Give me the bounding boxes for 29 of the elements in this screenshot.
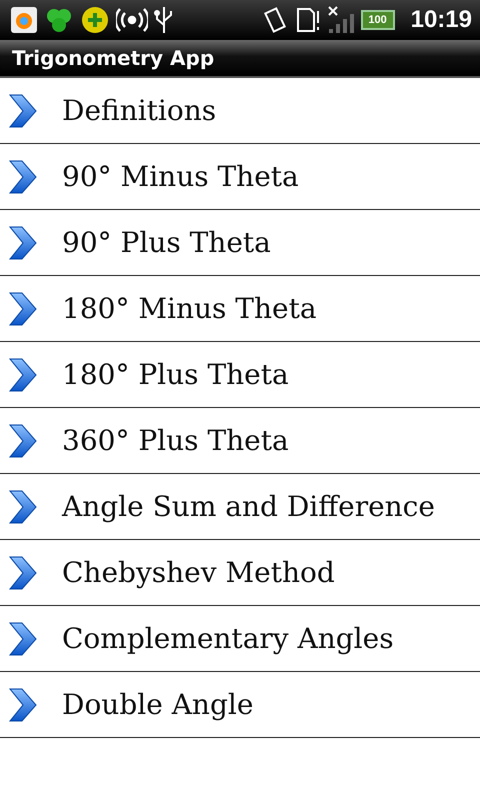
chevron-icon bbox=[8, 356, 38, 392]
sim-card-icon bbox=[294, 6, 321, 34]
plus-icon bbox=[80, 5, 110, 35]
chevron-icon bbox=[8, 686, 38, 722]
menu-item[interactable]: 90° Minus Theta bbox=[0, 144, 480, 210]
menu-item[interactable]: 180° Minus Theta bbox=[0, 276, 480, 342]
menu-item[interactable]: Double Angle bbox=[0, 672, 480, 738]
chevron-icon bbox=[8, 158, 38, 194]
hotspot-icon bbox=[116, 7, 148, 33]
app-title: Trigonometry App bbox=[12, 46, 214, 70]
clock: 10:19 bbox=[410, 6, 472, 34]
chevron-icon bbox=[8, 488, 38, 524]
menu-item[interactable]: 360° Plus Theta bbox=[0, 408, 480, 474]
menu-item[interactable]: Angle Sum and Difference bbox=[0, 474, 480, 540]
chevron-icon bbox=[8, 224, 38, 260]
menu-item[interactable]: 180° Plus Theta bbox=[0, 342, 480, 408]
chevron-icon bbox=[8, 620, 38, 656]
chevron-icon bbox=[8, 554, 38, 590]
chevron-icon bbox=[8, 92, 38, 128]
battery-icon: 100 bbox=[360, 10, 395, 30]
menu-item[interactable]: 90° Plus Theta bbox=[0, 210, 480, 276]
menu-item[interactable]: Definitions bbox=[0, 78, 480, 144]
signal-icon bbox=[326, 5, 355, 35]
app-icon bbox=[10, 6, 38, 34]
menu-item[interactable]: Chebyshev Method bbox=[0, 540, 480, 606]
usb-icon bbox=[154, 5, 174, 35]
menu-item[interactable]: Complementary Angles bbox=[0, 606, 480, 672]
chevron-icon bbox=[8, 422, 38, 458]
chevron-icon bbox=[8, 290, 38, 326]
